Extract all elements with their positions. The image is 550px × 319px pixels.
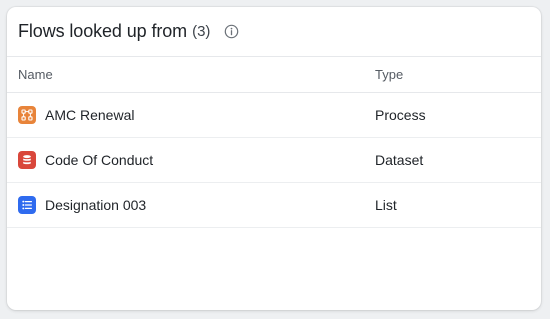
name-cell: AMC Renewal xyxy=(18,106,375,124)
card-title: Flows looked up from xyxy=(18,21,188,41)
flows-lookup-card: Flows looked up from (3) Name Type AMC R… xyxy=(7,7,541,310)
row-name[interactable]: Code Of Conduct xyxy=(45,152,153,168)
row-name[interactable]: AMC Renewal xyxy=(45,107,134,123)
column-header-type[interactable]: Type xyxy=(375,67,541,82)
process-icon xyxy=(18,106,36,124)
dataset-icon xyxy=(18,151,36,169)
row-type: List xyxy=(375,197,397,213)
table-header-row: Name Type xyxy=(7,57,541,93)
row-type: Process xyxy=(375,107,426,123)
list-icon xyxy=(18,196,36,214)
flows-count: (3) xyxy=(192,23,211,40)
name-cell: Designation 003 xyxy=(18,196,375,214)
row-name[interactable]: Designation 003 xyxy=(45,197,146,213)
table-row[interactable]: Code Of Conduct Dataset xyxy=(7,138,541,183)
card-header: Flows looked up from (3) xyxy=(7,7,541,57)
name-cell: Code Of Conduct xyxy=(18,151,375,169)
table-row[interactable]: AMC Renewal Process xyxy=(7,93,541,138)
column-header-name[interactable]: Name xyxy=(18,67,375,82)
row-type: Dataset xyxy=(375,152,424,168)
table-row[interactable]: Designation 003 List xyxy=(7,183,541,228)
info-circle-icon[interactable] xyxy=(223,24,239,40)
